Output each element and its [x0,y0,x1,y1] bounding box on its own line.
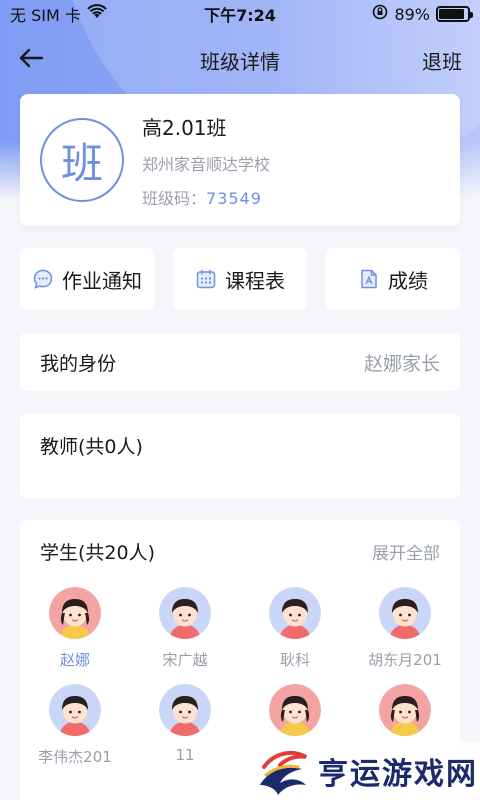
student-avatar [49,587,101,639]
carrier-label: 无 SIM 卡 [10,6,81,25]
timetable-label: 课程表 [225,268,285,293]
school-name: 郑州家音顺达学校 [142,154,271,174]
student-name: 李伟杰201 [38,748,112,766]
homework-notice-button[interactable]: 作业通知 [20,248,154,310]
identity-row[interactable]: 我的身份 赵娜家长 [20,333,460,391]
calendar-icon [195,268,217,290]
battery-icon [436,6,473,22]
student-avatar [379,587,431,639]
document-icon [358,268,380,290]
grades-button[interactable]: 成绩 [326,248,460,310]
student-avatar [269,684,321,736]
identity-value: 赵娜家长 [363,352,440,375]
class-code: 班级码：73549 [142,185,270,209]
student-item[interactable]: 耿科 [240,587,350,670]
identity-label: 我的身份 [40,352,117,375]
watermark-text: 亨运游戏网 [318,757,478,792]
expand-all-link[interactable]: 展开全部 [372,539,440,564]
class-code-value[interactable]: 73549 [206,189,262,208]
status-left: 无 SIM 卡 [10,2,107,26]
status-right: 89% [372,4,473,24]
student-section-header: 学生(共20人) 展开全部 [20,538,460,565]
student-item[interactable]: 李伟杰201 [20,684,130,767]
chat-bubble-icon [32,268,54,290]
homework-notice-label: 作业通知 [62,268,142,293]
student-item[interactable]: 宋广越 [130,587,240,670]
student-item[interactable]: 11 [130,684,240,767]
student-avatar [269,587,321,639]
class-name: 高2.01班 [142,115,227,140]
quit-class-button[interactable]: 退班 [422,46,462,75]
battery-fill [439,9,464,19]
student-name: 宋广越 [162,651,208,669]
student-name: 赵娜 [59,651,90,669]
student-avatar [159,684,211,736]
class-card: 班 高2.01班 郑州家音顺达学校 班级码：73549 [20,94,460,226]
student-item[interactable]: 胡东月201 [350,587,460,670]
student-avatar [379,684,431,736]
student-avatar [49,684,101,736]
class-info: 高2.01班 郑州家音顺达学校 班级码：73549 [142,112,270,209]
page-title: 班级详情 [200,49,280,74]
student-item[interactable]: 赵娜 [20,587,130,670]
battery-percent: 89% [394,4,430,24]
class-code-label: 班级码： [142,188,207,208]
site-watermark: 亨运游戏网 [248,742,480,800]
orientation-lock-icon [372,4,388,24]
wifi-icon [87,4,107,24]
back-button[interactable] [18,47,44,73]
arrow-left-icon [19,48,44,68]
student-section-title: 学生(共20人) [40,542,156,564]
nav-bar: 班级详情 退班 [0,36,480,84]
student-name: 耿科 [279,651,310,669]
class-avatar: 班 [40,118,124,202]
student-avatar [159,587,211,639]
status-bar: 无 SIM 卡 下午7:24 89% [0,0,480,28]
student-grid: 赵娜 宋广越 耿科 胡东月201 李伟杰201 11 [20,587,460,767]
teacher-section-title: 教师(共0人) [40,436,143,458]
student-name: 11 [175,746,195,764]
teacher-section: 教师(共0人) [20,414,460,498]
student-name: 胡东月201 [368,651,442,669]
dragon-logo-icon [260,750,307,795]
grades-label: 成绩 [388,268,428,293]
action-row: 作业通知 课程表 成绩 [20,248,460,310]
timetable-button[interactable]: 课程表 [173,248,307,310]
